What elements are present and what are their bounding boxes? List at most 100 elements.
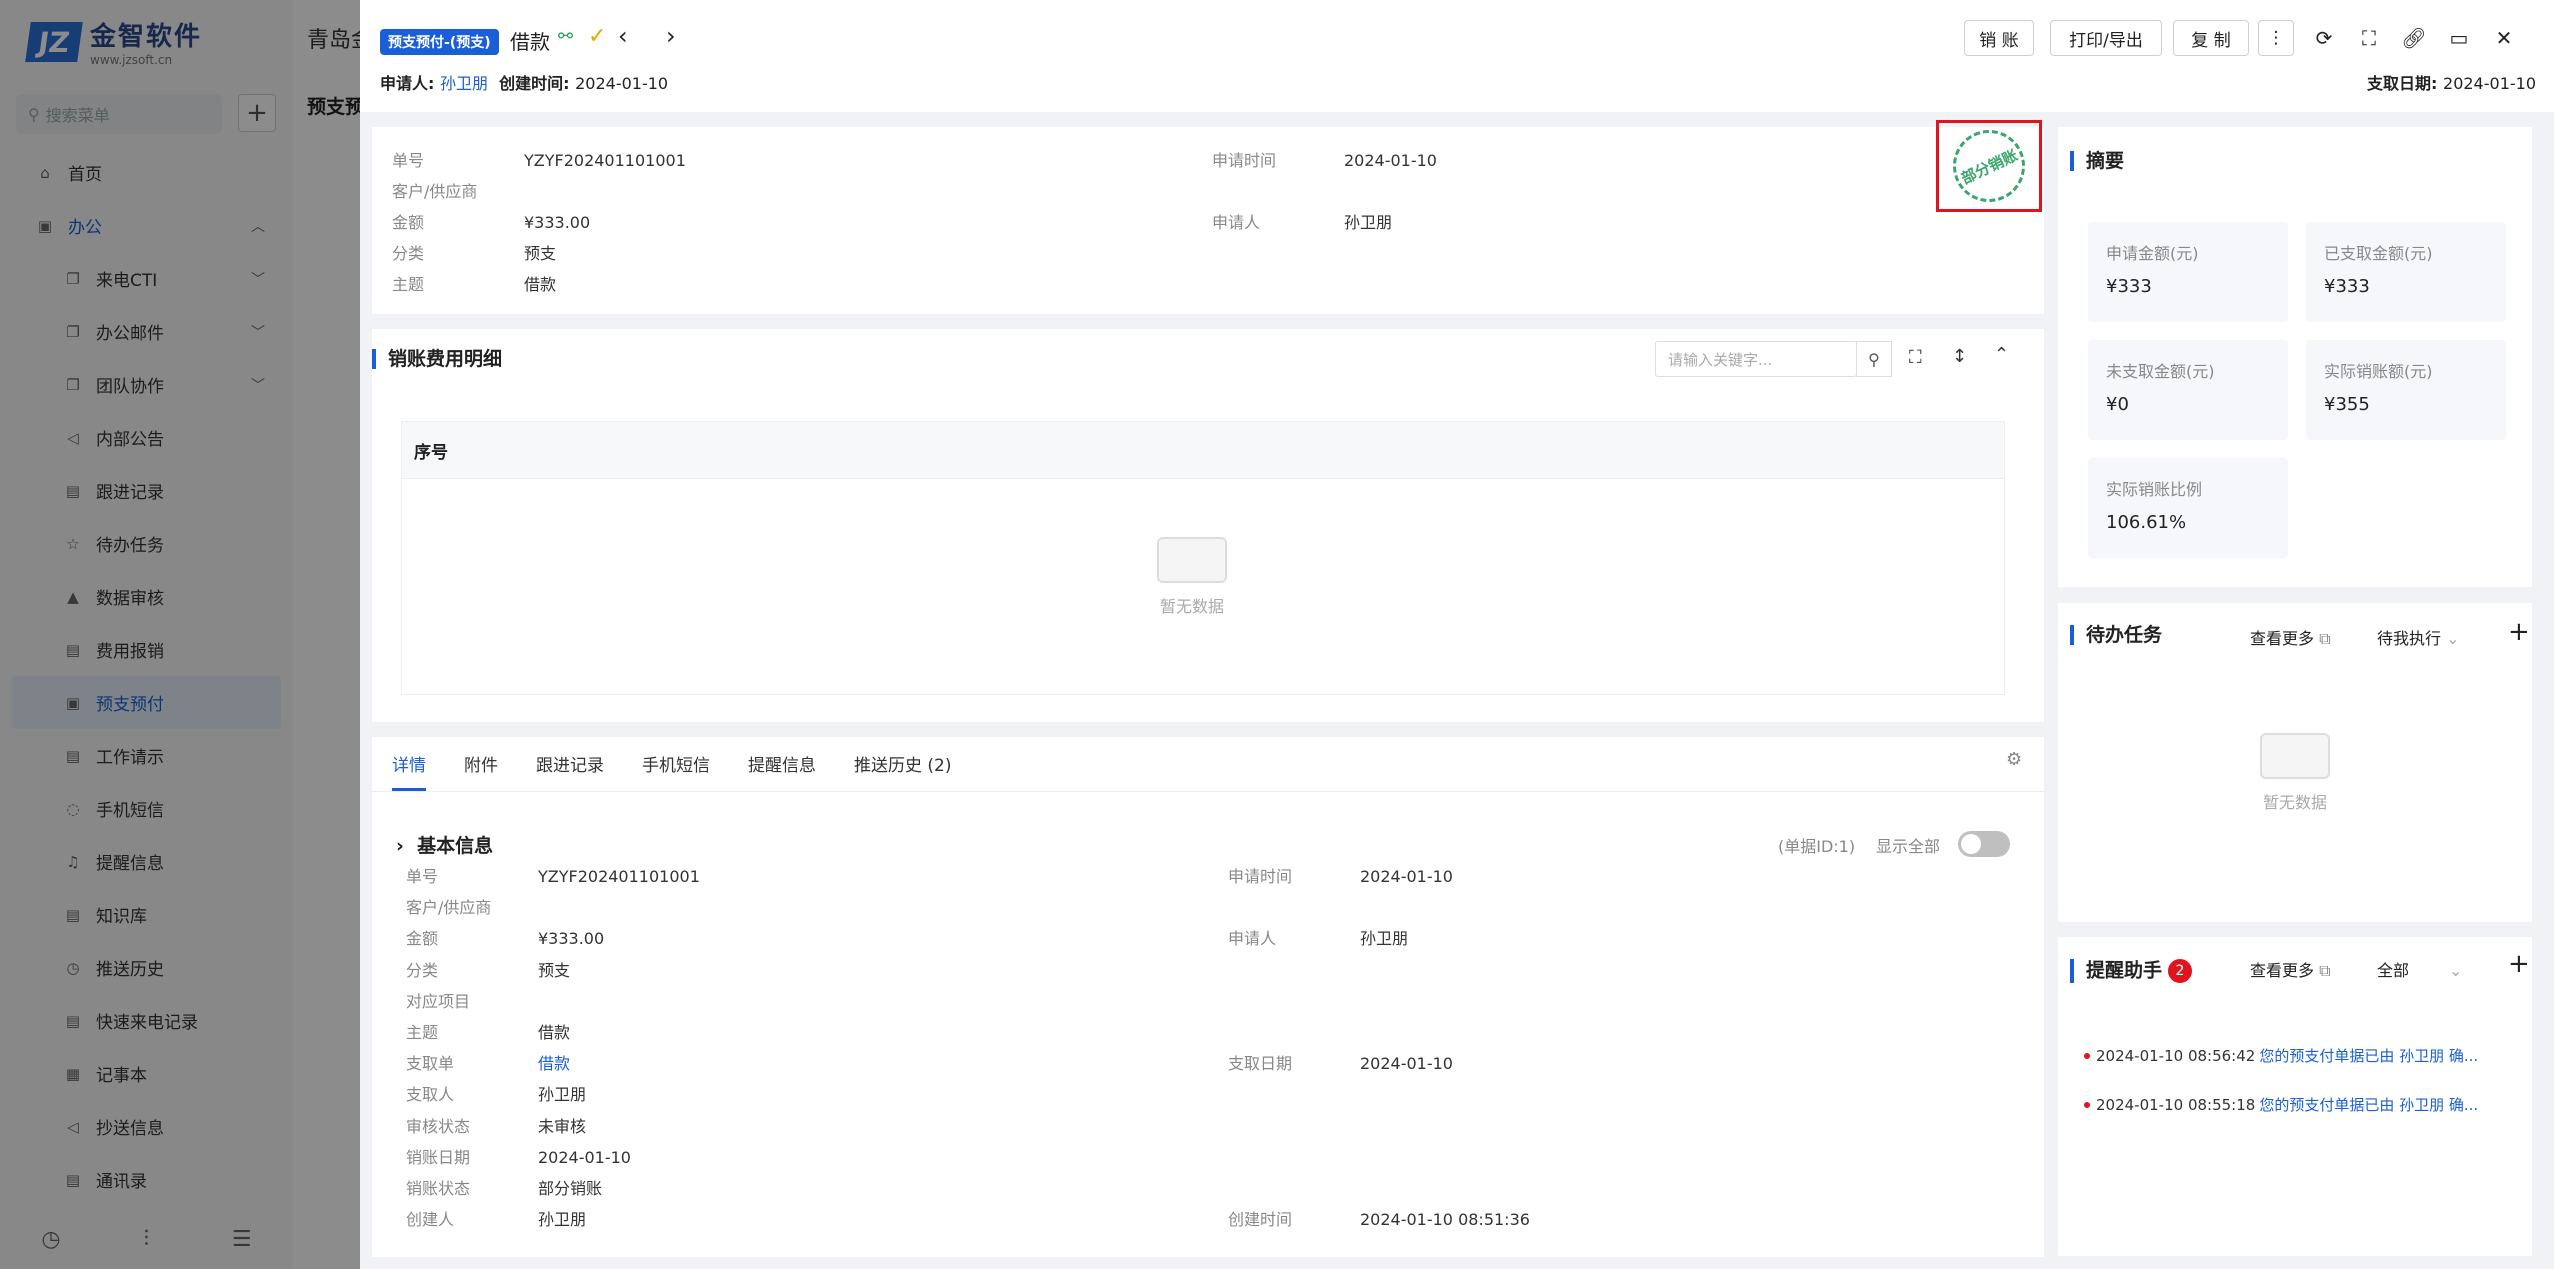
todo-panel: 待办任务 查看更多 ⧉ 待我执行 ⌄ + 暂无数据 (2058, 603, 2532, 922)
basic-field: 单号 YZYF202401101001 (406, 863, 700, 887)
reminder-text[interactable]: 您的预支付单据已由 孙卫朋 确... (2259, 1094, 2478, 1115)
field-value: 2024-01-10 (1360, 867, 1453, 886)
field-label: 申请时间 (1212, 151, 1277, 170)
chevron-right-icon: › (396, 835, 404, 857)
field-label: 主题 (392, 275, 425, 294)
field-label: 对应项目 (406, 991, 471, 1011)
dock-icon[interactable]: ▭ (2441, 20, 2477, 56)
todo-title: 待办任务 (2070, 625, 2162, 645)
expand-icon[interactable]: ⛶ (1909, 347, 1922, 368)
digest-card: 申请金额(元) ¥333 (2088, 222, 2288, 322)
field-label: 客户/供应商 (406, 898, 492, 918)
field-label: 客户/供应商 (392, 182, 478, 201)
more-icon[interactable]: ⋮ (2258, 20, 2294, 56)
show-all-toggle[interactable] (1958, 831, 2010, 857)
tab-4[interactable]: 提醒信息 (748, 751, 816, 791)
collapse-up-icon[interactable]: ⌃ (1994, 344, 2009, 365)
applicant-link[interactable]: 孙卫朋 (440, 74, 488, 93)
next-record-icon[interactable]: › (666, 22, 676, 50)
field-label: 创建人 (406, 1210, 455, 1230)
basic-field: 申请时间 2024-01-10 (1228, 863, 1453, 887)
reminder-filter-select[interactable]: 全部 ⌄ (2377, 957, 2462, 981)
basic-field: 审核状态 未审核 (406, 1113, 586, 1137)
print-export-button[interactable]: 打印/导出 (2050, 20, 2162, 56)
basic-field: 销账日期 2024-01-10 (406, 1144, 631, 1168)
card-value: ¥333 (2106, 276, 2152, 297)
settings-gear-icon[interactable]: ⚙ (2006, 749, 2022, 770)
field-label: 分类 (406, 960, 439, 980)
check-icon: ✓ (588, 24, 607, 49)
todo-filter-select[interactable]: 待我执行 ⌄ (2377, 625, 2460, 649)
basic-field: 支取日期 2024-01-10 (1228, 1050, 1453, 1074)
keyword-search-input[interactable]: 请输入关键字... (1655, 341, 1857, 377)
field-label: 主题 (406, 1023, 439, 1042)
reminder-item[interactable]: 2024-01-10 08:56:42 您的预支付单据已由 孙卫朋 确... (2084, 1045, 2478, 1066)
tab-3[interactable]: 手机短信 (642, 751, 710, 791)
copy-button[interactable]: 复 制 (2173, 20, 2249, 56)
field-value: 孙卫朋 (538, 1210, 587, 1230)
field-label: 单号 (392, 151, 425, 170)
search-icon[interactable]: ⚲ (1856, 341, 1892, 377)
prev-record-icon[interactable]: ‹ (618, 22, 628, 50)
field-value: 预支 (538, 960, 571, 980)
link-status-icon: ⚯ (558, 26, 574, 47)
reminder-item[interactable]: 2024-01-10 08:55:18 您的预支付单据已由 孙卫朋 确... (2084, 1094, 2478, 1115)
tab-1[interactable]: 附件 (464, 751, 498, 791)
basic-field: 创建人 孙卫朋 (406, 1206, 586, 1230)
field-value: YZYF202401101001 (524, 151, 686, 170)
tab-0[interactable]: 详情 (392, 751, 426, 791)
summary-field: 申请人 孙卫朋 (1212, 209, 1392, 233)
field-label: 申请人 (1212, 213, 1261, 232)
field-label: 单号 (406, 867, 439, 886)
writeoff-button[interactable]: 销 账 (1964, 20, 2034, 56)
card-value: ¥0 (2106, 394, 2129, 415)
fullscreen-icon[interactable]: ⛶ (2351, 20, 2387, 56)
digest-card: 实际销账比例 106.61% (2088, 458, 2288, 558)
todo-more-link[interactable]: 查看更多 ⧉ (2250, 625, 2331, 649)
field-value: 2024-01-10 (1360, 1054, 1453, 1074)
field-label: 创建时间 (1228, 1210, 1293, 1230)
basic-field: 销账状态 部分销账 (406, 1175, 602, 1199)
tab-5[interactable]: 推送历史 (2) (854, 751, 951, 791)
card-label: 已支取金额(元) (2324, 244, 2433, 263)
show-all-label: 显示全部 (1876, 837, 1941, 856)
summary-field: 客户/供应商 (392, 178, 524, 202)
record-type-tag: 预支预付-(预支) (380, 29, 499, 55)
summary-field: 分类 预支 (392, 240, 556, 264)
card-label: 实际销账比例 (2106, 480, 2203, 499)
unread-dot (2084, 1052, 2090, 1059)
add-reminder-icon[interactable]: + (2508, 949, 2530, 979)
basic-field: 申请人 孙卫朋 (1228, 925, 1408, 949)
chevron-down-icon: ⌄ (2449, 961, 2463, 980)
digest-card: 未支取金额(元) ¥0 (2088, 340, 2288, 440)
summary-panel: 单号 YZYF202401101001 客户/供应商 金额 ¥333.00 分类 预支 主题 借… (372, 127, 2044, 314)
reminder-more-link[interactable]: 查看更多 ⧉ (2250, 957, 2331, 981)
field-value: 孙卫朋 (1344, 213, 1393, 232)
link-icon[interactable]: 🔗︎ (2396, 20, 2432, 56)
refresh-icon[interactable]: ⟳ (2306, 20, 2342, 56)
detail-section-title: 销账费用明细 (372, 349, 502, 369)
table-header-index: 序号 (402, 422, 2004, 479)
basic-info-header[interactable]: › 基本信息 (396, 831, 493, 858)
field-value: 2024-01-10 08:51:36 (1360, 1210, 1530, 1230)
tab-2[interactable]: 跟进记录 (536, 751, 604, 791)
pay-date: 支取日期: 2024-01-10 (2367, 74, 2536, 93)
stamp-highlight: 部分销账 (1936, 118, 2042, 214)
basic-field: 创建时间 2024-01-10 08:51:36 (1228, 1206, 1530, 1230)
chevron-down-icon: ⌄ (2446, 629, 2460, 648)
reminder-title: 提醒助手 2 (2070, 959, 2193, 983)
resize-vertical-icon[interactable]: ↕ (1952, 346, 1967, 367)
reminder-text[interactable]: 您的预支付单据已由 孙卫朋 确... (2259, 1045, 2478, 1066)
basic-field: 金额 ¥333.00 (406, 925, 604, 949)
field-label: 支取日期 (1228, 1054, 1293, 1074)
field-value: 未审核 (538, 1116, 587, 1136)
digest-card: 实际销账额(元) ¥355 (2306, 340, 2506, 440)
field-value: YZYF202401101001 (538, 867, 700, 886)
card-value: 106.61% (2106, 512, 2187, 533)
close-icon[interactable]: ✕ (2486, 20, 2522, 56)
reminder-panel: 提醒助手 2 查看更多 ⧉ 全部 ⌄ + 2024-01-10 08:56:42 您的… (2058, 937, 2532, 1256)
summary-field: 单号 YZYF202401101001 (392, 147, 686, 171)
detail-drawer: 预支预付-(预支) 借款 ⚯ ✓ ‹ › 申请人: 孙卫朋 创建时间: 2024… (360, 0, 2554, 1269)
field-value[interactable]: 借款 (538, 1054, 570, 1073)
add-todo-icon[interactable]: + (2508, 617, 2530, 647)
